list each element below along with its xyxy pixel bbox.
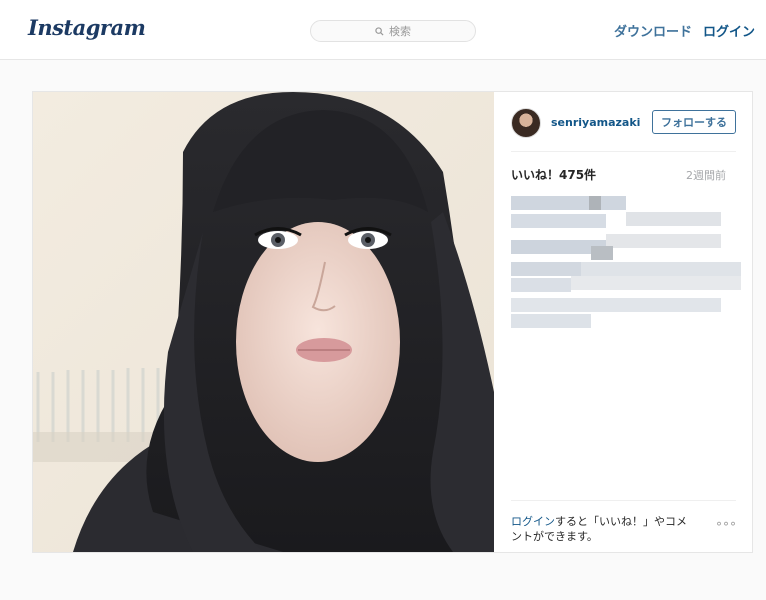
header-login-link[interactable]: ログイン xyxy=(703,21,755,40)
login-prompt-link[interactable]: ログイン xyxy=(511,515,555,528)
instagram-logo[interactable]: Instagram xyxy=(28,15,146,40)
search-placeholder: 検索 xyxy=(389,25,411,38)
likes-count[interactable]: いいね！475件 xyxy=(511,166,596,183)
search-icon xyxy=(375,26,384,36)
top-navigation-bar: Instagram 検索 ダウンロード ログイン xyxy=(0,0,766,60)
follow-button[interactable]: フォローする xyxy=(652,110,736,134)
post-sidebar: senriyamazaki フォローする いいね！475件 2週間前 ログインす… xyxy=(494,92,752,552)
blurred-caption xyxy=(511,196,741,336)
post-photo-image xyxy=(33,92,494,552)
divider xyxy=(511,151,736,152)
download-link[interactable]: ダウンロード xyxy=(614,21,692,40)
avatar[interactable] xyxy=(511,108,541,138)
search-box[interactable]: 検索 xyxy=(310,20,476,42)
post-card: senriyamazaki フォローする いいね！475件 2週間前 ログインす… xyxy=(32,91,753,553)
more-options-icon[interactable]: °°° xyxy=(716,520,737,534)
post-timestamp[interactable]: 2週間前 xyxy=(686,167,726,183)
divider xyxy=(511,500,736,501)
post-photo[interactable] xyxy=(33,92,494,552)
username-link[interactable]: senriyamazaki xyxy=(551,116,640,129)
login-prompt: ログインすると「いいね！」やコメントができます。 xyxy=(511,514,691,544)
